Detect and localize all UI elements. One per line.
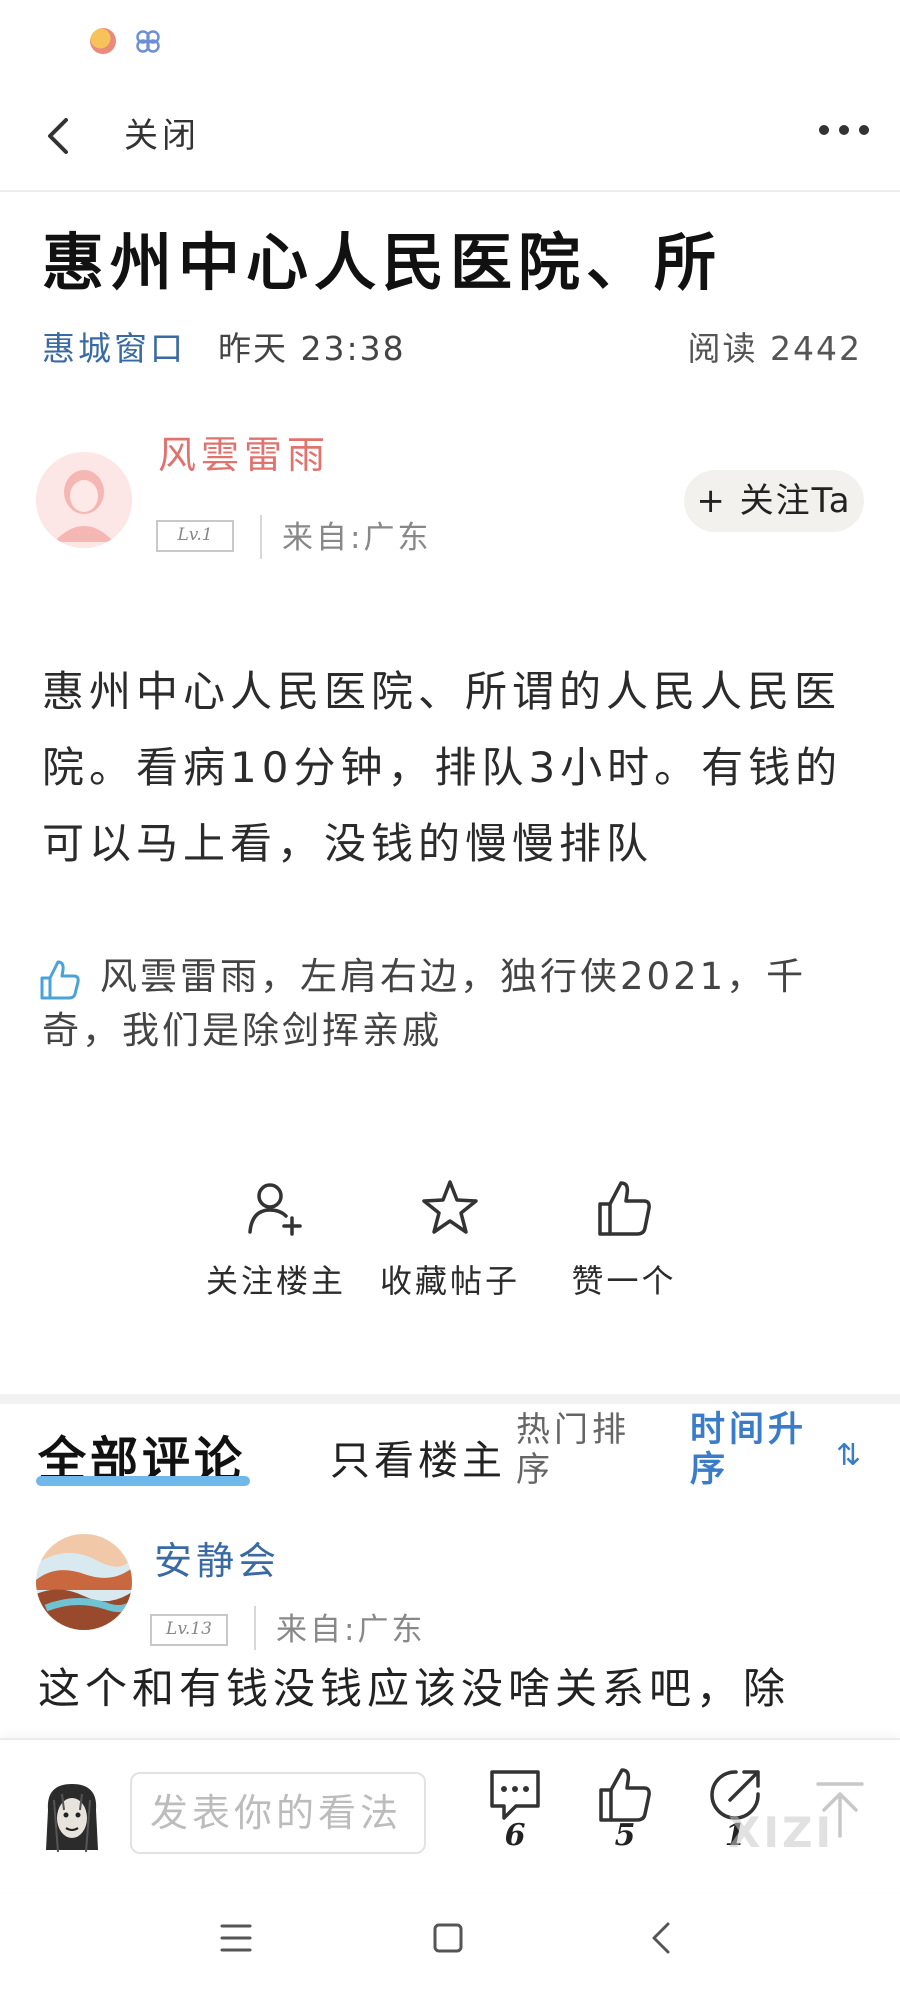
menu-icon[interactable] — [218, 1920, 254, 1956]
close-button[interactable]: 关闭 — [124, 108, 200, 157]
follow-owner-button[interactable]: 关注楼主 — [196, 1178, 356, 1302]
thumbs-up-icon — [599, 1768, 651, 1822]
commenter-name[interactable]: 安静会 — [154, 1530, 280, 1585]
status-app-icon — [136, 30, 160, 53]
tab-time-sort[interactable]: 时间升序 — [690, 1410, 810, 1490]
landscape-avatar-icon — [36, 1534, 132, 1630]
author-level-badge: Lv.1 — [156, 520, 234, 552]
comment-input[interactable] — [130, 1772, 426, 1854]
comment-bubble-icon — [490, 1770, 540, 1820]
status-notification-icon — [90, 28, 116, 54]
like-button[interactable]: 5 — [590, 1766, 660, 1853]
favorite-post-button[interactable]: 收藏帖子 — [370, 1178, 530, 1302]
author-name[interactable]: 风雲雷雨 — [158, 424, 330, 479]
likers-list: 风雲雷雨，左肩右边，独行侠2021，千奇，我们是除剑挥亲戚 — [42, 955, 807, 1052]
author-origin: 来自:广东 — [282, 520, 432, 556]
section-separator — [0, 1394, 900, 1404]
author-avatar[interactable] — [36, 452, 132, 548]
comment-count: 6 — [504, 1818, 526, 1853]
forum-section-link[interactable]: 惠城窗口 — [42, 322, 186, 370]
like-count: 5 — [614, 1818, 636, 1853]
post-time: 昨天 23:38 — [218, 329, 406, 368]
favorite-post-label: 收藏帖子 — [379, 1262, 520, 1300]
post-body: 惠州中心人民医院、所谓的人民人民医院。看病10分钟，排队3小时。有钱的可以马上看… — [42, 667, 843, 868]
commenter-level-badge: Lv.13 — [150, 1614, 228, 1646]
tab-hot-sort[interactable]: 热门排序 — [516, 1410, 636, 1490]
thumbs-up-icon — [598, 1181, 651, 1236]
sort-toggle-icon[interactable]: ⇅ — [836, 1438, 861, 1473]
tab-owner-only[interactable]: 只看楼主 — [330, 1428, 506, 1486]
female-avatar-icon — [36, 452, 132, 548]
watermark: XIZI — [728, 1808, 835, 1857]
divider — [260, 515, 262, 559]
nav-divider — [0, 190, 900, 192]
like-post-button[interactable]: 赞一个 — [544, 1178, 704, 1302]
post-title: 惠州中心人民医院、所 — [42, 226, 723, 299]
more-options-icon[interactable] — [818, 120, 870, 140]
comment-text: 这个和有钱没钱应该没啥关系吧，除 — [38, 1664, 791, 1713]
read-count: 阅读 2442 — [687, 329, 862, 368]
active-tab-indicator — [36, 1476, 250, 1486]
system-back-icon[interactable] — [644, 1920, 680, 1956]
comments-button[interactable]: 6 — [480, 1766, 550, 1853]
commenter-avatar[interactable] — [36, 1534, 132, 1630]
add-user-icon — [248, 1183, 302, 1236]
star-icon — [422, 1180, 478, 1234]
divider — [254, 1606, 256, 1650]
home-icon[interactable] — [430, 1920, 466, 1956]
like-post-label: 赞一个 — [571, 1262, 677, 1300]
follow-owner-label: 关注楼主 — [205, 1262, 346, 1300]
follow-author-button[interactable]: + 关注Ta — [684, 470, 864, 532]
back-arrow-icon[interactable] — [40, 112, 76, 160]
user-avatar-icon[interactable] — [40, 1780, 104, 1856]
commenter-origin: 来自:广东 — [276, 1612, 426, 1648]
